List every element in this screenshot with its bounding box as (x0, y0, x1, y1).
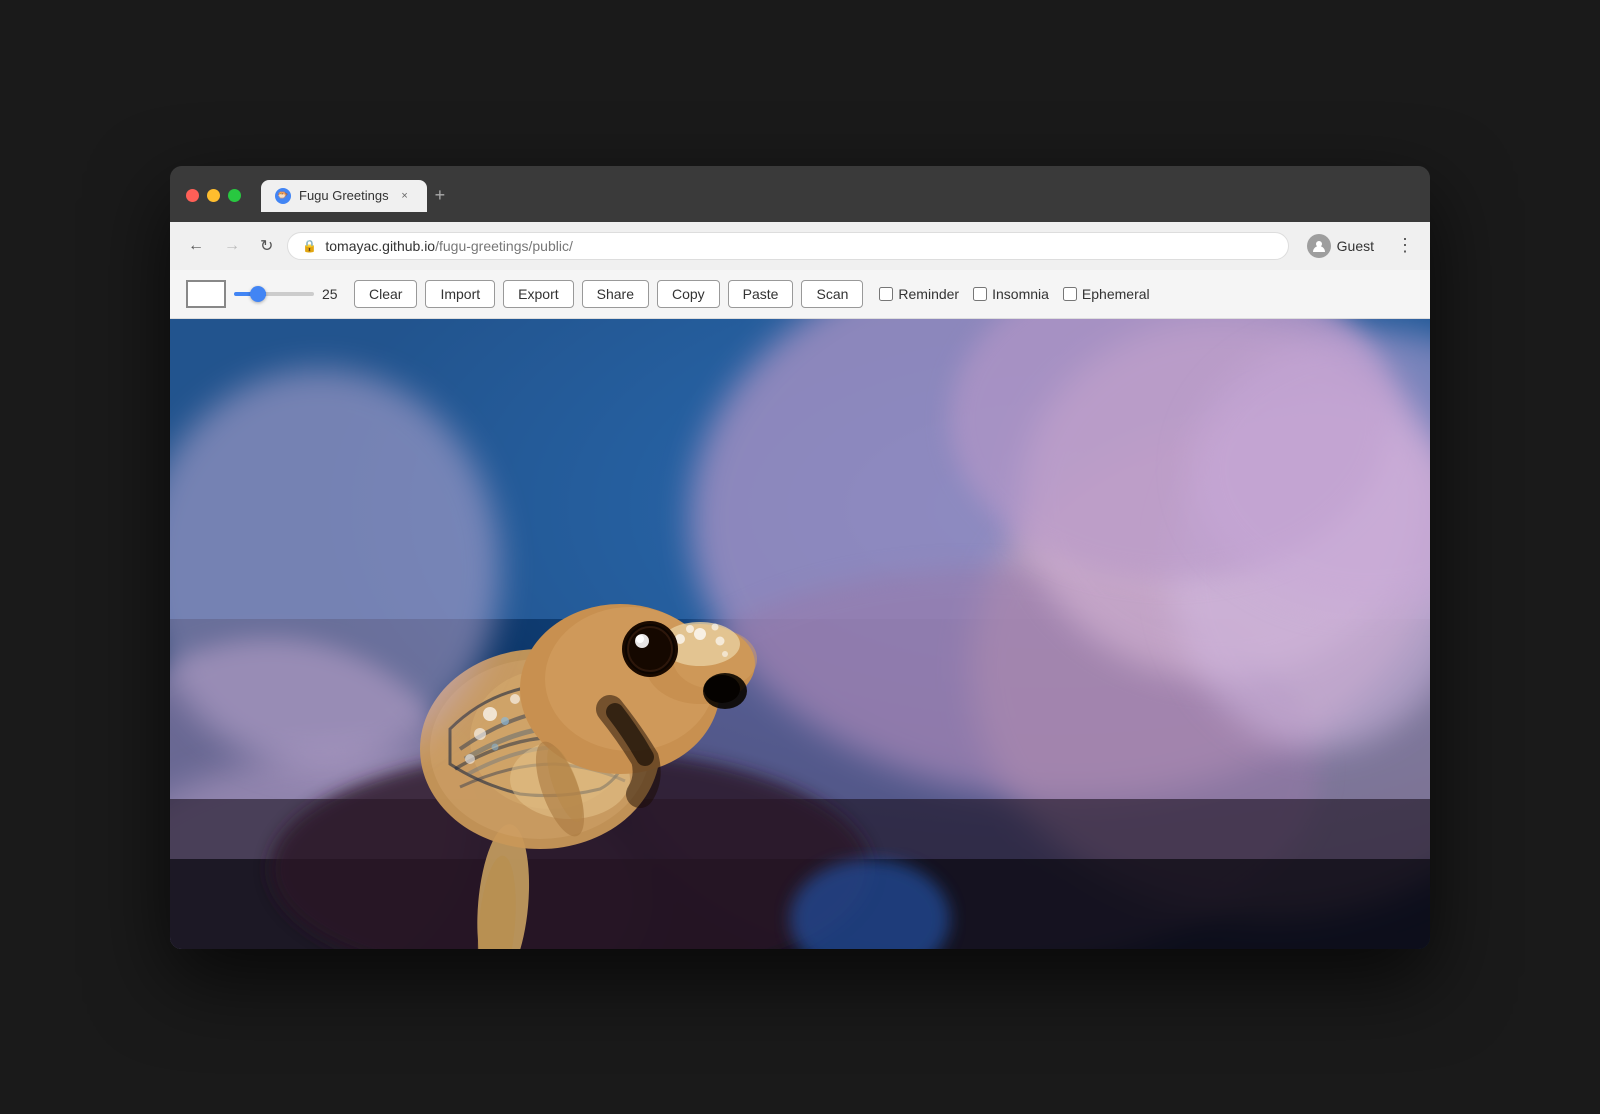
minimize-button[interactable] (207, 189, 220, 202)
guest-button[interactable]: Guest (1297, 230, 1384, 262)
browser-menu-button[interactable]: ⋮ (1392, 231, 1418, 260)
insomnia-checkbox-label[interactable]: Insomnia (973, 286, 1049, 302)
reminder-checkbox[interactable] (879, 287, 893, 301)
ephemeral-checkbox-label[interactable]: Ephemeral (1063, 286, 1150, 302)
browser-window: 🐡 Fugu Greetings × + ← → ↻ 🔒 tomayac.git… (170, 166, 1430, 949)
checkbox-group: Reminder Insomnia Ephemeral (879, 286, 1149, 302)
tab-close-button[interactable]: × (397, 188, 413, 204)
size-slider[interactable] (234, 292, 314, 296)
reminder-checkbox-label[interactable]: Reminder (879, 286, 959, 302)
export-button[interactable]: Export (503, 280, 573, 308)
insomnia-checkbox[interactable] (973, 287, 987, 301)
import-button[interactable]: Import (425, 280, 495, 308)
slider-value: 25 (322, 286, 346, 302)
address-bar[interactable]: 🔒 tomayac.github.io/fugu-greetings/publi… (287, 232, 1288, 260)
paste-button[interactable]: Paste (728, 280, 794, 308)
url-domain: tomayac.github.io (325, 238, 435, 254)
close-button[interactable] (186, 189, 199, 202)
title-bar: 🐡 Fugu Greetings × + (170, 166, 1430, 222)
lock-icon: 🔒 (302, 239, 317, 253)
slider-container: 25 (234, 286, 346, 302)
title-bar-top: 🐡 Fugu Greetings × + (186, 180, 1414, 212)
copy-button[interactable]: Copy (657, 280, 720, 308)
guest-label: Guest (1337, 238, 1374, 254)
share-button[interactable]: Share (582, 280, 649, 308)
url-path: /fugu-greetings/public/ (435, 238, 573, 254)
reload-button[interactable]: ↻ (254, 232, 279, 260)
clear-button[interactable]: Clear (354, 280, 417, 308)
tab-label: Fugu Greetings (299, 188, 389, 203)
tab-bar: 🐡 Fugu Greetings × + (261, 180, 453, 212)
window-controls (186, 189, 241, 202)
nav-bar: ← → ↻ 🔒 tomayac.github.io/fugu-greetings… (170, 222, 1430, 270)
insomnia-label: Insomnia (992, 286, 1049, 302)
color-swatch[interactable] (186, 280, 226, 308)
active-tab[interactable]: 🐡 Fugu Greetings × (261, 180, 427, 212)
ephemeral-checkbox[interactable] (1063, 287, 1077, 301)
new-tab-button[interactable]: + (427, 185, 454, 212)
tab-favicon: 🐡 (275, 188, 291, 204)
back-button[interactable]: ← (182, 233, 210, 259)
main-canvas[interactable] (170, 319, 1430, 949)
url-display: tomayac.github.io/fugu-greetings/public/ (325, 238, 1273, 254)
nav-right: Guest ⋮ (1297, 230, 1418, 262)
maximize-button[interactable] (228, 189, 241, 202)
fish-scene-svg (170, 319, 1430, 949)
reminder-label: Reminder (898, 286, 959, 302)
ephemeral-label: Ephemeral (1082, 286, 1150, 302)
scan-button[interactable]: Scan (801, 280, 863, 308)
forward-button[interactable]: → (218, 233, 246, 259)
app-toolbar: 25 Clear Import Export Share Copy Paste … (170, 270, 1430, 319)
guest-icon (1307, 234, 1331, 258)
